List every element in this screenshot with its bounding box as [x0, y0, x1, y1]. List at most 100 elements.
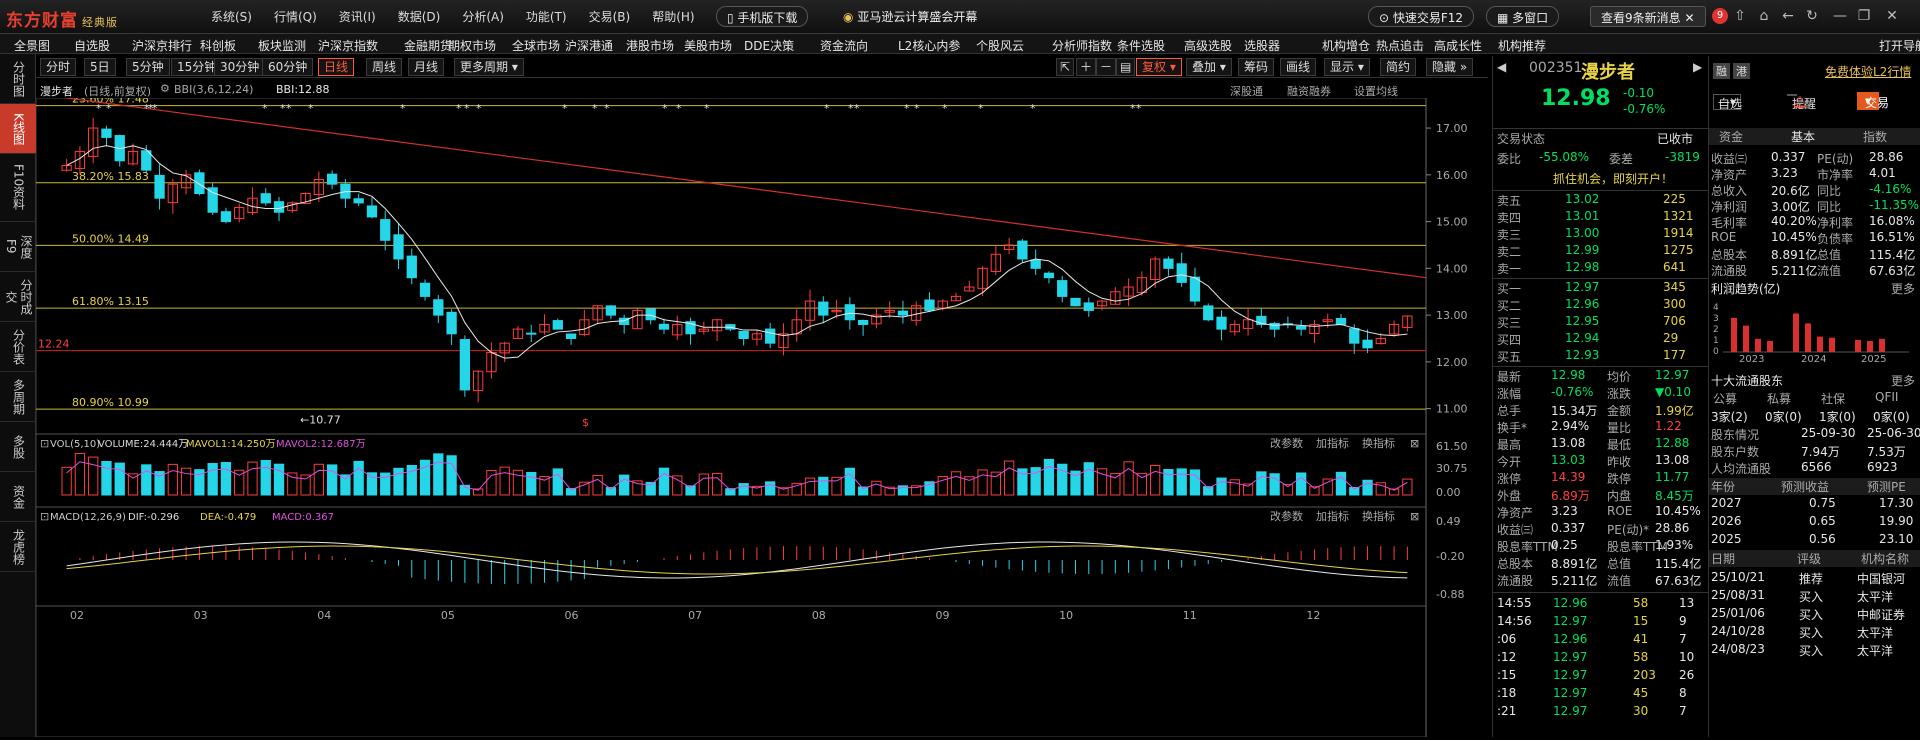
hk-connect-link[interactable]: 深股通 — [1230, 83, 1263, 99]
maximize-icon[interactable]: ❐ — [1856, 8, 1872, 24]
nav-item-2[interactable]: 沪深京排行 — [132, 37, 192, 54]
quick-trade-button[interactable]: ⊙ 快速交易F12 — [1368, 6, 1475, 27]
period-button-8[interactable]: 月线 — [408, 58, 445, 76]
period-button-0[interactable]: 分时 — [40, 58, 77, 76]
nav-item-22[interactable]: 高成长性 — [1434, 37, 1482, 54]
refresh-icon[interactable]: ↻ — [1804, 8, 1820, 24]
nav-item-0[interactable]: 全景图 — [14, 37, 50, 54]
nav-item-1[interactable]: 自选股 — [74, 37, 110, 54]
trade-button[interactable]: 交易 ▾ — [1857, 92, 1889, 110]
period-button-5[interactable]: 60分钟 — [262, 58, 314, 76]
kline-chart-svg[interactable]: 17.0016.0015.0014.0013.0012.0011.0023.60… — [35, 88, 1488, 738]
stat-row-4: 最高 13.08 最低 12.88 — [1493, 436, 1709, 454]
account-promo-text[interactable]: 抓住机会，即刻开户！ — [1553, 170, 1673, 187]
nav-item-14[interactable]: L2核心内参 — [898, 37, 960, 54]
nav-item-23[interactable]: 机构推荐 — [1498, 37, 1546, 54]
prev-stock-icon[interactable]: ◀ — [1497, 60, 1506, 74]
free-l2-link[interactable]: 免费体验L2行情 — [1825, 63, 1911, 80]
stat-row-6: 涨停 14.39 跌停 11.77 — [1493, 470, 1709, 488]
left-tab-3[interactable]: 深度F9 — [0, 222, 36, 272]
nav-item-8[interactable]: 全球市场 — [512, 37, 560, 54]
period-button-4[interactable]: 30分钟 — [214, 58, 266, 76]
nav-item-18[interactable]: 高级选股 — [1184, 37, 1232, 54]
sysmenu-item-3[interactable]: 数据(D) — [387, 8, 452, 25]
fund-tab-2[interactable]: 指数 — [1863, 128, 1887, 145]
zoom-out-icon[interactable]: － — [1096, 58, 1117, 76]
home-icon[interactable]: ⌂ — [1756, 8, 1772, 24]
nav-item-13[interactable]: 资金流向 — [820, 37, 868, 54]
sysmenu-item-1[interactable]: 行情(Q) — [263, 8, 328, 25]
nav-item-4[interactable]: 板块监测 — [258, 37, 306, 54]
ma-settings-link[interactable]: 设置均线 — [1354, 83, 1398, 99]
sysmenu-item-5[interactable]: 功能(T) — [515, 8, 578, 25]
minimize-icon[interactable]: — — [1832, 8, 1848, 24]
fullscreen-icon[interactable]: ⇱ — [1056, 58, 1075, 76]
mobile-download-button[interactable]: ▯ 手机版下载 — [716, 6, 809, 27]
toolbar-right-5[interactable]: 简约 — [1380, 58, 1417, 76]
period-button-6[interactable]: 日线 — [318, 58, 355, 76]
toolbar-right-4[interactable]: 显示 ▾ — [1324, 58, 1370, 76]
profit-more-link[interactable]: 更多 — [1891, 280, 1915, 297]
left-tab-8[interactable]: 资金 — [0, 472, 36, 522]
next-stock-icon[interactable]: ▶ — [1693, 60, 1702, 74]
toolbar-right-2[interactable]: 筹码 — [1238, 58, 1275, 76]
kline-chart-area[interactable]: 17.00 16.00 15.00 14.00 13.00 12.00 11.00 23.60… — [35, 88, 1488, 738]
news-button[interactable]: 查看9条新消息 ✕ — [1590, 6, 1706, 27]
nav-item-10[interactable]: 港股市场 — [626, 37, 674, 54]
nav-item-19[interactable]: 选股器 — [1244, 37, 1280, 54]
notification-badge[interactable]: 9 — [1712, 8, 1728, 24]
nav-item-9[interactable]: 沪深港通 — [565, 37, 613, 54]
left-tab-9[interactable]: 龙虎榜 — [0, 522, 36, 572]
nav-item-15[interactable]: 个股风云 — [976, 37, 1024, 54]
sysmenu-item-4[interactable]: 分析(A) — [451, 8, 515, 25]
margin-trading-link[interactable]: 融资融券 — [1287, 83, 1331, 99]
nav-item-20[interactable]: 机构增仓 — [1322, 37, 1370, 54]
nav-item-24[interactable]: 打开导航 — [1879, 37, 1920, 54]
left-tab-6[interactable]: 多周期 — [0, 372, 36, 422]
bbi-indicator-label[interactable]: BBI(3,6,12,24) — [174, 83, 253, 96]
nav-item-17[interactable]: 条件选股 — [1117, 37, 1165, 54]
bid-row-2: 买三 12.95 706 — [1493, 314, 1709, 332]
alert-button[interactable]: 提醒 🔔︎ — [1787, 94, 1816, 111]
ad-banner[interactable]: ◉ 亚马逊云计算盛会开幕 — [833, 6, 987, 27]
close-icon[interactable]: ✕ — [1684, 11, 1694, 25]
left-tab-0[interactable]: 分时图 — [0, 54, 36, 104]
sysmenu-item-7[interactable]: 帮助(H) — [641, 8, 705, 25]
toolbar-right-1[interactable]: 叠加 ▾ — [1186, 58, 1232, 76]
left-tab-7[interactable]: 多股 — [0, 422, 36, 472]
sysmenu-item-0[interactable]: 系统(S) — [200, 8, 263, 25]
settings-gear-icon[interactable]: ⚙ — [160, 82, 170, 95]
zoom-in-icon[interactable]: ＋ — [1076, 58, 1097, 76]
toolbar-right-0[interactable]: 复权 ▾ — [1136, 58, 1182, 76]
period-button-9[interactable]: 更多周期 ▾ — [454, 58, 524, 76]
period-button-7[interactable]: 周线 — [366, 58, 403, 76]
nav-item-7[interactable]: 期权市场 — [448, 37, 496, 54]
left-tab-5[interactable]: 分价表 — [0, 322, 36, 372]
layout-icon[interactable]: ▤ — [1116, 58, 1136, 76]
period-button-2[interactable]: 5分钟 — [126, 58, 170, 76]
sysmenu-item-6[interactable]: 交易(B) — [578, 8, 642, 25]
nav-item-21[interactable]: 热点追击 — [1376, 37, 1424, 54]
nav-item-5[interactable]: 沪深京指数 — [318, 37, 378, 54]
period-button-1[interactable]: 5日 — [84, 58, 116, 76]
sysmenu-item-2[interactable]: 资讯(I) — [328, 8, 387, 25]
nav-item-12[interactable]: DDE决策 — [744, 37, 794, 54]
back-icon[interactable]: ← — [1780, 8, 1796, 24]
upload-icon[interactable]: ⇧ — [1732, 8, 1748, 24]
fund-tab-0[interactable]: 资金 — [1719, 128, 1743, 145]
watchlist-button[interactable]: 自选 —▾ — [1713, 94, 1742, 111]
nav-item-3[interactable]: 科创板 — [200, 37, 236, 54]
toolbar-right-6[interactable]: 隐藏 » — [1426, 58, 1474, 76]
toolbar-right-3[interactable]: 画线 — [1280, 58, 1317, 76]
account-promo[interactable]: 抓住机会，即刻开户！ — [1493, 170, 1709, 188]
nav-item-6[interactable]: 金融期货 — [404, 37, 452, 54]
holders-more-link[interactable]: 更多 — [1891, 372, 1915, 389]
nav-item-16[interactable]: 分析师指数 — [1052, 37, 1112, 54]
nav-item-11[interactable]: 美股市场 — [684, 37, 732, 54]
window-close-icon[interactable]: ✕ — [1884, 8, 1900, 24]
left-tab-1[interactable]: K线图 — [0, 104, 36, 154]
multi-window-button[interactable]: ▦ 多窗口 — [1486, 6, 1560, 27]
fund-tab-1[interactable]: 基本 — [1791, 128, 1815, 145]
left-tab-4[interactable]: 分时成交 — [0, 272, 36, 322]
left-tab-2[interactable]: F10资料 — [0, 154, 36, 222]
